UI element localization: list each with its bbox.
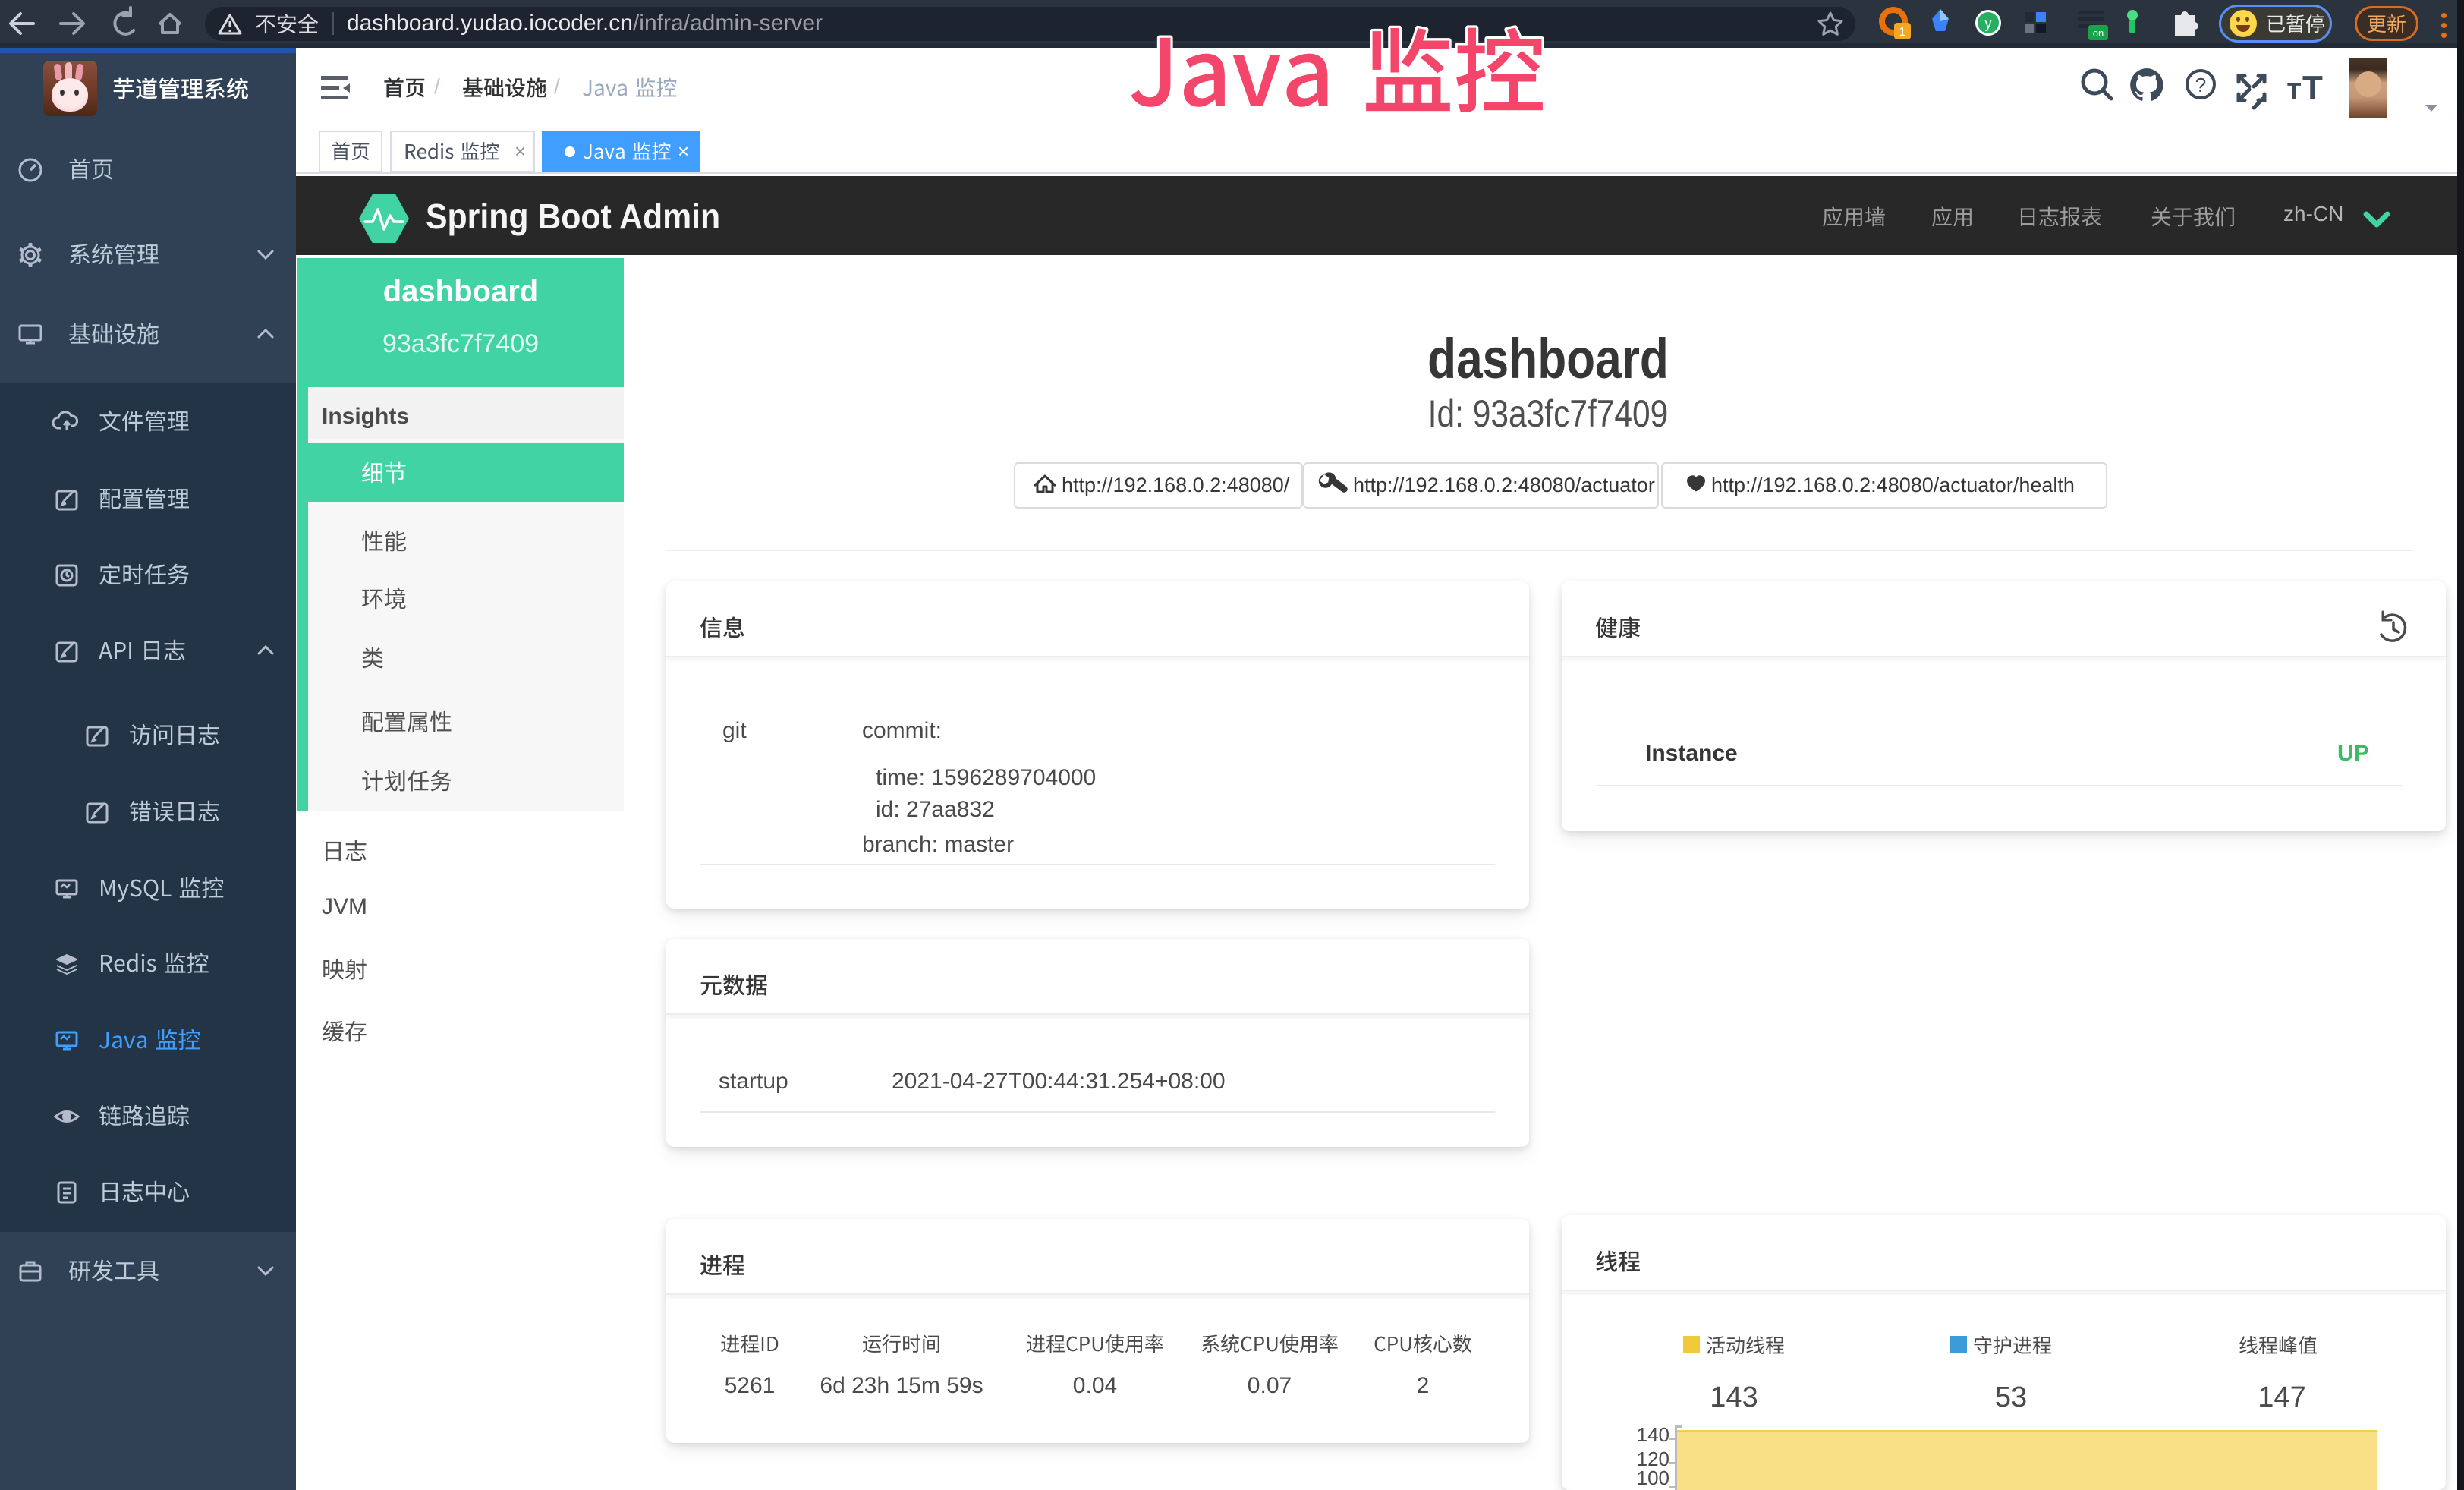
svg-text:T: T [2302,69,2323,106]
svg-text:on: on [2093,27,2104,39]
svg-text:y: y [1985,16,1992,31]
svg-text:T: T [2287,79,2301,104]
svg-text:?: ? [2195,74,2206,96]
svg-text:1: 1 [1899,26,1906,39]
